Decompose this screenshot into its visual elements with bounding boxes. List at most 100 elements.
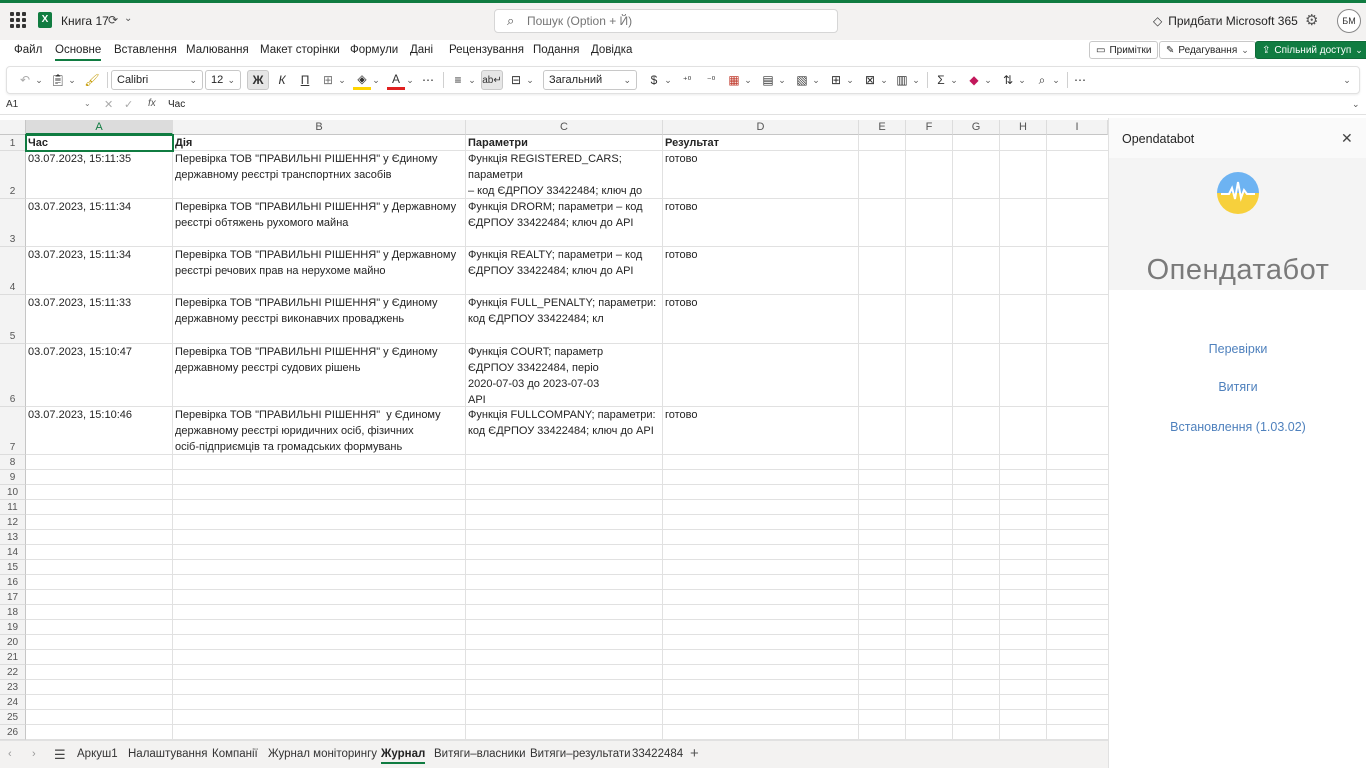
fill-color-icon[interactable]: ◈ <box>353 70 371 90</box>
chevron-down-icon[interactable]: ⌄ <box>371 70 381 90</box>
sheet-tab-extracts-owners[interactable]: Витяги–власники <box>434 748 526 760</box>
font-name-select[interactable]: Calibri ⌄ <box>111 70 203 90</box>
row-header[interactable]: 8 <box>0 455 26 470</box>
search-input[interactable] <box>527 14 807 28</box>
table-cell[interactable]: готово <box>663 407 859 454</box>
font-color-icon[interactable]: A <box>387 70 405 90</box>
name-box[interactable]: A1 <box>6 99 94 110</box>
format-painter-icon[interactable]: 🖌︎ <box>83 70 101 90</box>
format-cells-icon[interactable]: ▥ <box>893 70 911 90</box>
table-cell[interactable]: Перевірка ТОВ "ПРАВИЛЬНІ РІШЕННЯ" у Держ… <box>173 247 466 294</box>
chevron-down-icon[interactable]: ⌄ <box>1352 99 1360 110</box>
insert-function-button[interactable]: fx <box>148 98 156 109</box>
column-title-cell[interactable]: Параметри <box>466 135 663 150</box>
table-cell[interactable]: Перевірка ТОВ "ПРАВИЛЬНІ РІШЕННЯ" у Єдин… <box>173 344 466 406</box>
close-icon[interactable]: ✕ <box>1341 130 1353 147</box>
link-extracts[interactable]: Витяги <box>1109 380 1366 394</box>
increase-decimal-icon[interactable]: ⁺⁰ <box>677 70 697 90</box>
row-header[interactable]: 19 <box>0 620 26 635</box>
chevron-down-icon[interactable]: ⌄ <box>983 70 993 90</box>
find-icon[interactable]: ⌕ <box>1033 70 1051 90</box>
avatar[interactable]: БМ <box>1337 9 1361 33</box>
tab-file[interactable]: Файл <box>14 44 42 56</box>
row-header[interactable]: 15 <box>0 560 26 575</box>
chevron-down-icon[interactable]: ⌄ <box>405 70 415 90</box>
chevron-down-icon[interactable]: ⌄ <box>467 70 477 90</box>
chevron-down-icon[interactable]: ⌄ <box>34 70 44 90</box>
underline-button[interactable]: П <box>296 70 314 90</box>
clear-icon[interactable]: ◆ <box>965 70 983 90</box>
tab-home[interactable]: Основне <box>55 44 102 61</box>
row-header[interactable]: 14 <box>0 545 26 560</box>
chevron-down-icon[interactable]: ⌄ <box>1341 70 1353 90</box>
sheet-tab-log[interactable]: Журнал <box>381 748 426 764</box>
chevron-down-icon[interactable]: ⌄ <box>879 70 889 90</box>
table-cell[interactable]: готово <box>663 151 859 198</box>
row-header[interactable]: 9 <box>0 470 26 485</box>
autosave-icon[interactable]: ⟳ <box>108 13 118 27</box>
table-cell[interactable] <box>663 344 859 406</box>
chevron-down-icon[interactable]: ⌄ <box>67 70 77 90</box>
format-as-table-icon[interactable]: ▤ <box>759 70 777 90</box>
comments-button[interactable]: ▭ Примітки <box>1089 41 1159 59</box>
table-cell[interactable]: Функція FULLCOMPANY; параметри: код ЄДРП… <box>466 407 663 454</box>
row-header[interactable]: 20 <box>0 635 26 650</box>
table-cell[interactable]: Функція DRORM; параметри – код ЄДРПОУ 33… <box>466 199 663 246</box>
sheet-tab-settings[interactable]: Налаштування <box>128 748 207 760</box>
row-header[interactable]: 26 <box>0 725 26 740</box>
column-header-a[interactable]: A <box>26 120 173 135</box>
column-header-g[interactable]: G <box>953 120 1000 135</box>
tab-review[interactable]: Рецензування <box>449 44 524 56</box>
chevron-down-icon[interactable]: ⌄ <box>124 13 132 24</box>
wrap-text-icon[interactable]: ab↵ <box>481 70 503 90</box>
row-header[interactable]: 23 <box>0 680 26 695</box>
chevron-down-icon[interactable]: ⌄ <box>84 99 91 108</box>
chevron-down-icon[interactable]: ⌄ <box>949 70 959 90</box>
italic-button[interactable]: К <box>273 70 291 90</box>
conditional-format-icon[interactable]: ▦ <box>725 70 743 90</box>
row-header[interactable]: 6 <box>0 344 26 407</box>
paste-icon[interactable]: 📋︎ <box>49 70 67 90</box>
delete-cells-icon[interactable]: ⊠ <box>861 70 879 90</box>
tab-page-layout[interactable]: Макет сторінки <box>260 44 340 56</box>
gear-icon[interactable]: ⚙ <box>1305 11 1318 29</box>
row-header[interactable]: 4 <box>0 247 26 295</box>
table-cell[interactable]: Функція FULL_PENALTY; параметри: код ЄДР… <box>466 295 663 343</box>
table-cell[interactable]: Функція REGISTERED_CARS; параметри – код… <box>466 151 663 198</box>
select-all-corner[interactable] <box>0 120 26 135</box>
table-cell[interactable]: 03.07.2023, 15:11:35 <box>26 151 173 198</box>
cell-styles-icon[interactable]: ▧ <box>793 70 811 90</box>
chevron-down-icon[interactable]: ⌄ <box>811 70 821 90</box>
table-cell[interactable]: 03.07.2023, 15:11:34 <box>26 199 173 246</box>
add-sheet-icon[interactable]: + <box>690 745 699 762</box>
column-header-h[interactable]: H <box>1000 120 1047 135</box>
chevron-down-icon[interactable]: ⌄ <box>1017 70 1027 90</box>
row-header[interactable]: 17 <box>0 590 26 605</box>
row-header[interactable]: 7 <box>0 407 26 455</box>
tab-data[interactable]: Дані <box>410 44 433 56</box>
tab-help[interactable]: Довідка <box>591 44 632 56</box>
chevron-down-icon[interactable]: ⌄ <box>743 70 753 90</box>
link-checks[interactable]: Перевірки <box>1109 342 1366 356</box>
autosum-icon[interactable]: Σ <box>933 70 949 90</box>
undo-icon[interactable]: ↶ <box>15 70 35 90</box>
table-cell[interactable]: Функція COURT; параметр ЄДРПОУ 33422484,… <box>466 344 663 406</box>
merge-cells-icon[interactable]: ⊟ <box>507 70 525 90</box>
editing-mode-button[interactable]: ✎ Редагування ⌄ <box>1159 41 1256 59</box>
column-header-e[interactable]: E <box>859 120 906 135</box>
table-cell[interactable]: Перевірка ТОВ "ПРАВИЛЬНІ РІШЕННЯ" у Єдин… <box>173 295 466 343</box>
tab-view[interactable]: Подання <box>533 44 579 56</box>
sheet-tab-companies[interactable]: Компанії <box>212 748 258 760</box>
row-header[interactable]: 5 <box>0 295 26 344</box>
column-title-cell[interactable]: Результат <box>663 135 859 150</box>
column-title-cell[interactable]: Дія <box>173 135 466 150</box>
sheet-tab-arkush1[interactable]: Аркуш1 <box>77 748 118 760</box>
row-header[interactable]: 1 <box>0 135 26 151</box>
chevron-down-icon[interactable]: ⌄ <box>663 70 673 90</box>
font-size-select[interactable]: 12 ⌄ <box>205 70 241 90</box>
sheet-tab-33422484[interactable]: 33422484 <box>632 748 683 760</box>
premium-link[interactable]: ◇ Придбати Microsoft 365 <box>1153 14 1298 28</box>
chevron-right-icon[interactable]: › <box>32 748 36 760</box>
row-header[interactable]: 18 <box>0 605 26 620</box>
app-launcher-icon[interactable] <box>10 12 26 28</box>
